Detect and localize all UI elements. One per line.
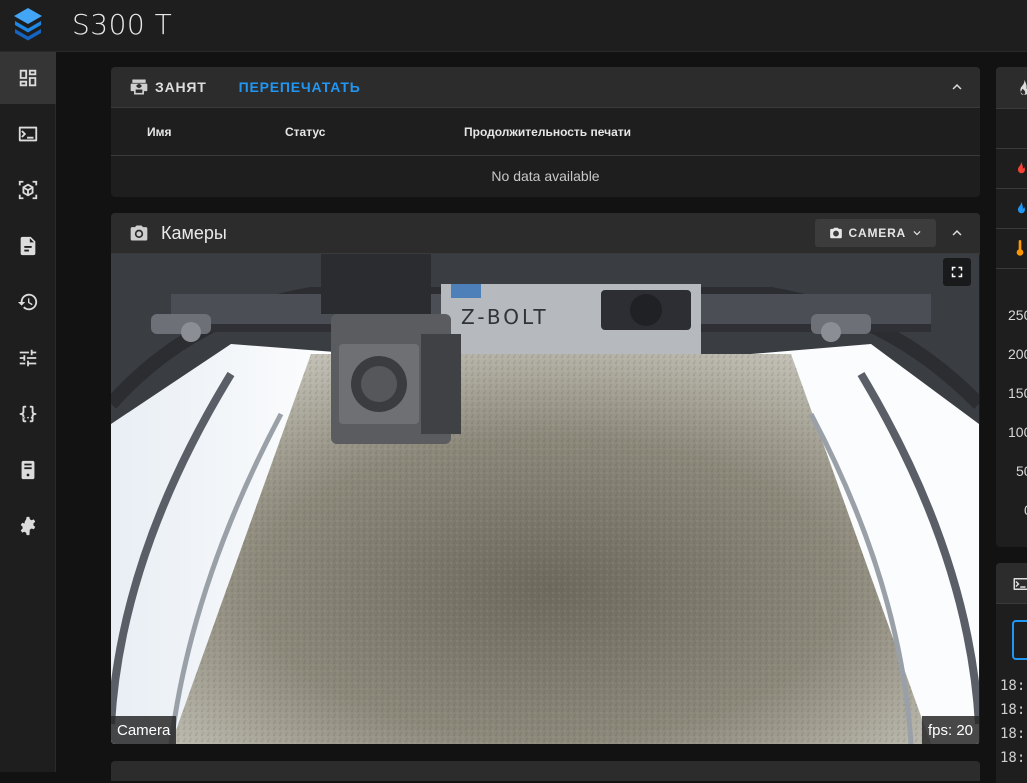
- camera-panel: Камеры CAMERA Z-BOLT Camera fps: 20: [111, 213, 980, 744]
- camera-select-button[interactable]: CAMERA: [814, 219, 936, 247]
- console-line: 18:: [1000, 678, 1026, 694]
- printer-brand-text: Z-BOLT: [461, 305, 549, 329]
- console-line: 18:: [1000, 750, 1026, 766]
- bed-row[interactable]: [996, 189, 1027, 229]
- code-braces-icon: [19, 405, 37, 423]
- sidebar-item-console[interactable]: [0, 108, 56, 160]
- history-icon: [17, 293, 38, 311]
- sidebar: [0, 52, 56, 772]
- cube-scan-icon: [18, 180, 38, 200]
- y-tick-100: 100: [1008, 424, 1027, 440]
- temperature-panel: 250 200 150 100 50 0: [996, 67, 1027, 547]
- sidebar-item-settings[interactable]: [0, 500, 56, 552]
- printer-3d-icon: [130, 79, 148, 95]
- thermometer-icon: [1016, 240, 1024, 256]
- sidebar-item-config[interactable]: [0, 388, 56, 440]
- sidebar-item-system[interactable]: [0, 444, 56, 496]
- temperature-table-header-row: [996, 109, 1027, 149]
- camera-feed-image: Z-BOLT: [111, 254, 979, 744]
- extruder-fire-icon: [1017, 161, 1025, 174]
- camera-icon: [130, 225, 148, 241]
- column-header-name[interactable]: Имя: [147, 125, 172, 139]
- printer-state-label: ЗАНЯТ: [155, 79, 207, 95]
- status-panel: ЗАНЯТ ПЕРЕПЕЧАТАТЬ Имя Статус Продолжите…: [111, 67, 980, 197]
- sidebar-item-heightmap[interactable]: [0, 164, 56, 216]
- tune-icon: [19, 349, 37, 367]
- app-logo-icon[interactable]: [12, 6, 44, 42]
- bed-fire-icon: [1017, 201, 1025, 214]
- console-panel-header: [996, 563, 1027, 604]
- y-tick-200: 200: [1008, 346, 1027, 362]
- fullscreen-button[interactable]: [943, 258, 971, 286]
- y-tick-150: 150: [1008, 385, 1027, 401]
- console-input[interactable]: [1012, 620, 1027, 660]
- y-tick-50: 50: [1016, 463, 1027, 479]
- app-bar: S300 T: [0, 0, 1027, 52]
- console-icon: [1013, 578, 1027, 590]
- sidebar-item-dashboard[interactable]: [0, 52, 56, 104]
- camera-panel-header: Камеры CAMERA: [111, 213, 980, 254]
- sidebar-item-history[interactable]: [0, 276, 56, 328]
- camera-icon: [829, 227, 842, 239]
- job-table-header: Имя Статус Продолжительность печати: [111, 108, 980, 156]
- console-line: 18:: [1000, 702, 1026, 718]
- sidebar-item-machine[interactable]: [0, 332, 56, 384]
- console-line: 18:: [1000, 726, 1026, 742]
- extruder-row[interactable]: [996, 149, 1027, 189]
- y-tick-250: 250: [1008, 307, 1027, 323]
- camera-select-label: CAMERA: [848, 226, 906, 240]
- console-panel: 18: 18: 18: 18:: [996, 563, 1027, 783]
- file-document-icon: [20, 236, 36, 256]
- fullscreen-icon: [951, 266, 963, 278]
- gear-icon: [20, 516, 36, 536]
- fps-counter: fps: 20: [921, 716, 979, 744]
- camera-name-label: Camera: [111, 716, 177, 744]
- console-icon: [18, 126, 38, 142]
- fire-icon: [1020, 79, 1027, 95]
- chamber-row[interactable]: [996, 229, 1027, 269]
- chevron-down-icon: [913, 231, 921, 236]
- server-icon: [21, 460, 35, 480]
- reprint-button[interactable]: ПЕРЕПЕЧАТАТЬ: [239, 79, 361, 95]
- column-header-status[interactable]: Статус: [285, 125, 325, 139]
- status-panel-header: ЗАНЯТ ПЕРЕПЕЧАТАТЬ: [111, 67, 980, 108]
- sidebar-item-files[interactable]: [0, 220, 56, 272]
- chevron-up-icon[interactable]: [948, 224, 966, 242]
- camera-stream[interactable]: Z-BOLT Camera fps: 20: [111, 254, 979, 744]
- macros-panel-header: [111, 761, 980, 781]
- chevron-up-icon[interactable]: [948, 78, 966, 96]
- empty-table-message: No data available: [491, 168, 600, 184]
- column-header-duration[interactable]: Продолжительность печати: [464, 125, 631, 139]
- app-title: S300 T: [72, 8, 173, 41]
- temperature-panel-header: [996, 67, 1027, 109]
- dashboard-icon: [19, 69, 37, 87]
- camera-panel-title: Камеры: [161, 222, 227, 243]
